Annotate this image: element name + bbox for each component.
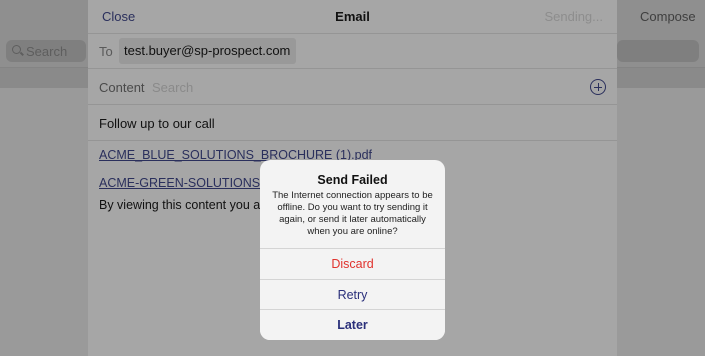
retry-button[interactable]: Retry: [260, 279, 445, 309]
content-search-input[interactable]: Search: [152, 80, 193, 95]
email-title: Email: [335, 9, 370, 24]
alert-title: Send Failed: [317, 173, 388, 187]
attachment-link[interactable]: ACME-GREEN-SOLUTIONS_BR: [99, 176, 284, 190]
later-button[interactable]: Later: [260, 309, 445, 340]
add-content-icon[interactable]: [590, 79, 606, 95]
subject-row: Follow up to our call: [88, 105, 617, 141]
recipient-chip[interactable]: test.buyer@sp-prospect.com: [119, 38, 297, 64]
background-search-placeholder: Search: [26, 44, 68, 59]
content-label: Content: [99, 80, 145, 95]
background-search-field[interactable]: Search: [6, 40, 86, 62]
compose-button[interactable]: Compose: [640, 9, 696, 24]
email-body-text: By viewing this content you ag: [99, 198, 268, 212]
subject-field[interactable]: Follow up to our call: [99, 116, 215, 131]
content-row: Content Search: [88, 69, 617, 105]
search-icon: [12, 45, 21, 54]
background-search-field-right[interactable]: [617, 40, 699, 62]
email-header: Close Email Sending...: [88, 0, 617, 34]
alert-message: The Internet connection appears to be of…: [272, 190, 433, 237]
sending-status: Sending...: [544, 9, 603, 24]
to-row: To test.buyer@sp-prospect.com: [88, 34, 617, 69]
to-label: To: [99, 44, 113, 59]
discard-button[interactable]: Discard: [260, 248, 445, 278]
